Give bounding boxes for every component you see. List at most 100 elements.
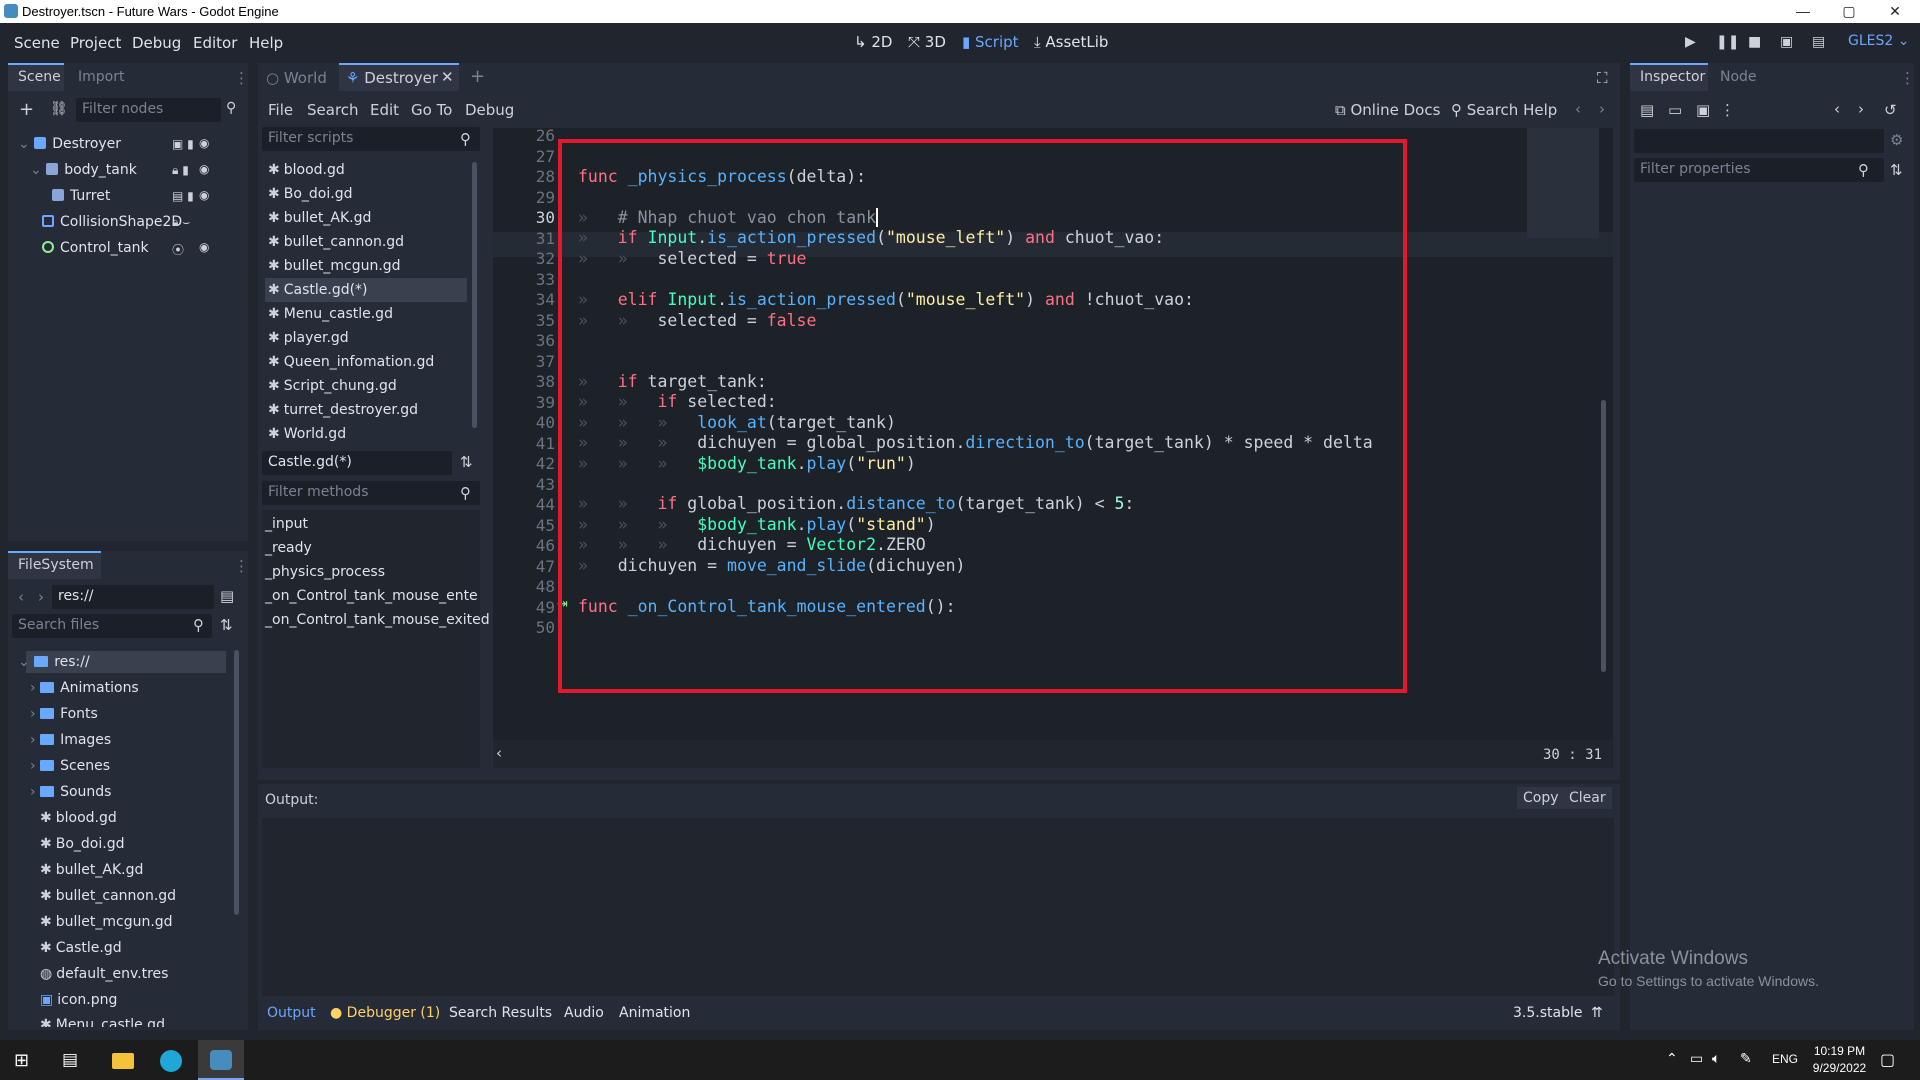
- fs-file[interactable]: ✱ Bo_doi.gd: [40, 834, 124, 855]
- fs-file[interactable]: ✱ bullet_mcgun.gd: [40, 912, 173, 933]
- workspace-2d-button[interactable]: ↳ 2D: [854, 33, 892, 51]
- fs-folder-scenes[interactable]: › Scenes: [30, 756, 110, 777]
- fs-folder-images[interactable]: › Images: [30, 730, 111, 751]
- play-scene-icon[interactable]: ▣: [1780, 34, 1793, 50]
- script-item[interactable]: ✱ player.gd: [265, 326, 467, 350]
- code-scrollbar[interactable]: [1601, 400, 1606, 672]
- fs-folder-fonts[interactable]: › Fonts: [30, 704, 98, 725]
- search-help-button[interactable]: ⚲ Search Help: [1451, 101, 1557, 119]
- script-item[interactable]: ✱ bullet_mcgun.gd: [265, 254, 467, 278]
- fs-folder-animations[interactable]: › Animations: [30, 678, 139, 699]
- menu-project[interactable]: Project: [70, 34, 121, 52]
- volume-icon[interactable]: 🔈︎: [1712, 1051, 1720, 1067]
- method-item[interactable]: _on_Control_tank_mouse_exited: [265, 608, 490, 632]
- toggle-scripts-panel-icon[interactable]: ‹: [496, 744, 502, 762]
- bottom-tab-output[interactable]: Output: [267, 1005, 316, 1021]
- fs-folder-sounds[interactable]: › Sounds: [30, 782, 111, 803]
- workspace-assetlib-button[interactable]: ⤓ AssetLib: [1034, 33, 1108, 51]
- add-tab-icon[interactable]: +: [470, 66, 485, 87]
- close-window-button[interactable]: ✕: [1872, 0, 1918, 23]
- maximize-button[interactable]: ▢: [1826, 0, 1872, 23]
- split-view-icon[interactable]: ▤: [220, 587, 234, 605]
- script-item-selected[interactable]: ✱ Castle.gd(*): [265, 278, 467, 302]
- node-flags-icon[interactable]: ▣ ▮: [172, 137, 194, 151]
- tab-world[interactable]: ○ World: [266, 69, 327, 87]
- history-back-icon[interactable]: ‹: [1834, 100, 1840, 118]
- menu-scene[interactable]: Scene: [14, 34, 60, 52]
- history-forward-icon[interactable]: ›: [1599, 100, 1605, 118]
- distraction-free-icon[interactable]: ⛶: [1597, 69, 1608, 87]
- history-forward-icon[interactable]: ›: [1858, 100, 1864, 118]
- sort-icon[interactable]: ⇅: [460, 453, 473, 471]
- settings-icon[interactable]: ⇅: [1890, 161, 1903, 179]
- signal-icon[interactable]: ⦿: [172, 241, 184, 258]
- method-item[interactable]: _ready: [265, 536, 312, 560]
- filter-scripts-input[interactable]: Filter scripts: [262, 127, 480, 151]
- tool-icon[interactable]: ⚙: [1890, 131, 1903, 149]
- tree-node-control-tank[interactable]: Control_tank: [42, 237, 149, 259]
- lock-icon[interactable]: 🔒︎ ▮: [172, 163, 189, 178]
- fs-root[interactable]: ⌄ res://: [18, 652, 90, 673]
- filter-methods-input[interactable]: Filter methods: [262, 481, 480, 505]
- windows-start-icon[interactable]: ⊞: [14, 1050, 29, 1071]
- more-icon[interactable]: ⋮: [1720, 101, 1735, 119]
- script-menu-edit[interactable]: Edit: [370, 101, 399, 119]
- visibility-icon[interactable]: ◉: [199, 188, 209, 202]
- menu-debug[interactable]: Debug: [132, 34, 181, 52]
- add-node-icon[interactable]: +: [19, 99, 34, 120]
- fs-file[interactable]: ✱ Castle.gd: [40, 938, 122, 959]
- bottom-tab-animation[interactable]: Animation: [619, 1005, 690, 1021]
- dock-menu-icon[interactable]: ⋮: [234, 69, 249, 87]
- script-item[interactable]: ✱ World.gd: [265, 422, 467, 446]
- play-custom-scene-icon[interactable]: ▤: [1812, 34, 1825, 50]
- history-back-icon[interactable]: ‹: [1575, 100, 1581, 118]
- play-icon[interactable]: ▶: [1685, 34, 1696, 50]
- node-flags-icon[interactable]: ▤ ▮: [172, 189, 194, 203]
- pause-icon[interactable]: ❚❚: [1716, 34, 1739, 50]
- forward-icon[interactable]: ›: [38, 588, 44, 606]
- pen-icon[interactable]: ✎: [1740, 1051, 1752, 1067]
- menu-help[interactable]: Help: [249, 34, 283, 52]
- script-item[interactable]: ✱ Script_chung.gd: [265, 374, 467, 398]
- tray-chevron-icon[interactable]: ⌃: [1666, 1051, 1678, 1067]
- tree-node-turret[interactable]: Turret: [52, 185, 110, 207]
- tree-node-collision[interactable]: CollisionShape2D: [42, 211, 182, 233]
- workspace-script-button[interactable]: ▮ Script: [962, 33, 1019, 51]
- minimap[interactable]: [1527, 128, 1599, 238]
- tab-import[interactable]: Import: [78, 69, 124, 85]
- history-icon[interactable]: ↺: [1884, 101, 1897, 119]
- expand-panel-icon[interactable]: ⇈: [1591, 1005, 1603, 1021]
- visibility-icon[interactable]: ◉: [199, 162, 209, 176]
- network-icon[interactable]: ▭: [1690, 1051, 1703, 1067]
- method-item[interactable]: _input: [265, 512, 308, 536]
- online-docs-button[interactable]: ⧉ Online Docs: [1335, 101, 1440, 119]
- filter-properties-input[interactable]: Filter properties: [1634, 158, 1884, 182]
- filter-nodes-input[interactable]: Filter nodes: [76, 98, 221, 122]
- edge-browser-icon[interactable]: [160, 1050, 182, 1072]
- script-menu-goto[interactable]: Go To: [411, 101, 452, 119]
- stop-icon[interactable]: ■: [1748, 34, 1761, 50]
- link-icon[interactable]: ⛓: [50, 101, 68, 117]
- scripts-scrollbar[interactable]: [472, 162, 477, 428]
- search-files-input[interactable]: Search files: [12, 614, 212, 638]
- fs-file[interactable]: ✱ Menu_castle.gd: [40, 1015, 165, 1027]
- lock-icon[interactable]: 🔒︎ ⌣: [172, 215, 190, 230]
- language-indicator[interactable]: ENG: [1772, 1052, 1798, 1066]
- fs-file[interactable]: ✱ bullet_AK.gd: [40, 860, 143, 881]
- renderer-select[interactable]: GLES2 ⌄: [1848, 33, 1909, 49]
- script-item[interactable]: ✱ Queen_infomation.gd: [265, 350, 467, 374]
- file-explorer-icon[interactable]: [112, 1053, 134, 1069]
- tab-node[interactable]: Node: [1720, 69, 1757, 85]
- script-item[interactable]: ✱ Bo_doi.gd: [265, 182, 467, 206]
- fs-file[interactable]: ✱ bullet_cannon.gd: [40, 886, 176, 907]
- script-item[interactable]: ✱ Menu_castle.gd: [265, 302, 467, 326]
- task-view-icon[interactable]: ▤: [62, 1050, 78, 1070]
- path-field[interactable]: res://: [52, 585, 214, 609]
- back-icon[interactable]: ‹: [18, 588, 24, 606]
- output-log[interactable]: [262, 818, 1614, 996]
- sort-icon[interactable]: ⇅: [220, 616, 233, 634]
- clock-date[interactable]: 9/29/2022: [1808, 1061, 1871, 1075]
- bottom-tab-audio[interactable]: Audio: [564, 1005, 604, 1021]
- new-resource-icon[interactable]: ▤: [1640, 101, 1654, 119]
- menu-editor[interactable]: Editor: [193, 34, 237, 52]
